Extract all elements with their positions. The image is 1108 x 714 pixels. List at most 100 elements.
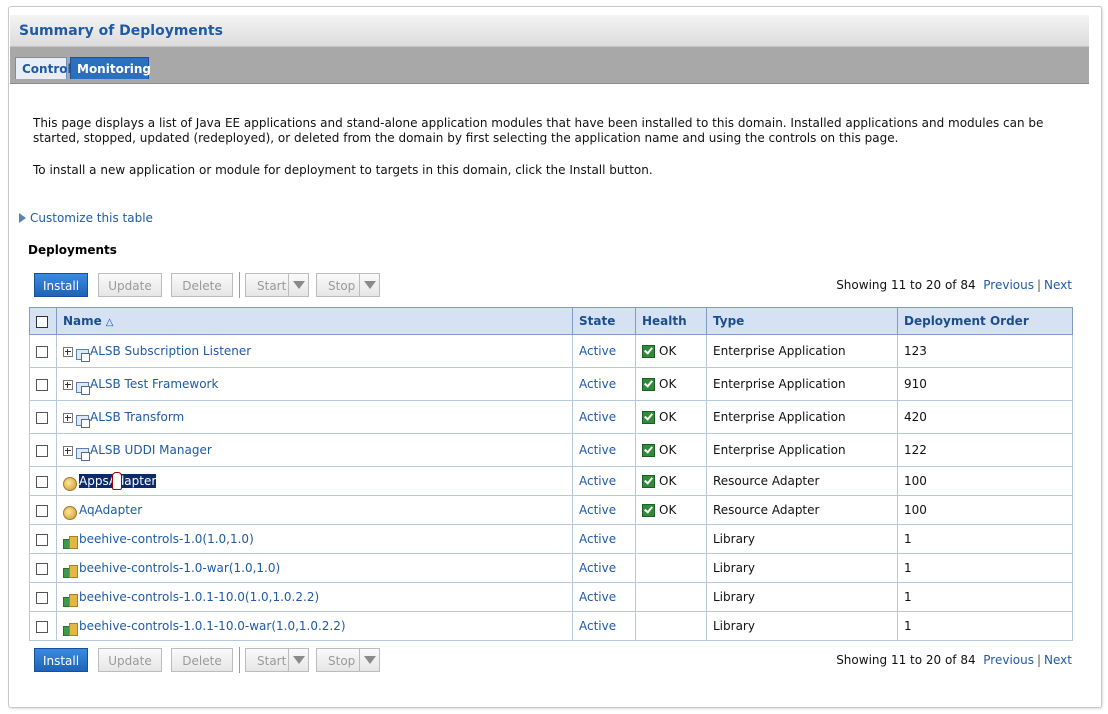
pager-status: Showing 11 to 20 of 84	[836, 278, 976, 292]
chevron-down-icon[interactable]	[288, 274, 308, 296]
expand-plus-icon[interactable]	[63, 445, 73, 456]
table-row: ALSB Test Framework Active OK Enterprise…	[29, 367, 1073, 401]
expand-plus-icon[interactable]	[63, 379, 73, 390]
state-link[interactable]: Active	[579, 410, 616, 424]
type-cell: Enterprise Application	[706, 433, 898, 467]
enterprise-app-icon	[76, 348, 90, 362]
health-cell	[635, 611, 707, 641]
stop-button[interactable]: Stop	[316, 648, 380, 672]
state-cell: Active	[572, 524, 636, 554]
deployment-name-link[interactable]: ALSB Subscription Listener	[90, 344, 251, 358]
pager: Showing 11 to 20 of 84 Previous | Next	[836, 653, 1072, 667]
type-cell: Library	[706, 524, 898, 554]
column-header-type[interactable]: Type	[706, 307, 898, 335]
start-button[interactable]: Start	[245, 648, 309, 672]
deployment-name-link[interactable]: AqAdapter	[79, 503, 142, 517]
enterprise-app-icon	[76, 447, 90, 461]
deployment-name-link[interactable]: ALSB UDDI Manager	[90, 443, 212, 457]
order-cell: 1	[897, 553, 1073, 583]
previous-page-link[interactable]: Previous	[983, 653, 1034, 667]
install-button[interactable]: Install	[34, 648, 88, 672]
stop-button[interactable]: Stop	[316, 273, 380, 297]
deployment-name-link[interactable]: beehive-controls-1.0.1-10.0(1.0,1.0.2.2)	[79, 590, 319, 604]
state-link[interactable]: Active	[579, 474, 616, 488]
select-all-header	[29, 307, 57, 335]
row-checkbox[interactable]	[36, 591, 48, 604]
stop-button-label: Stop	[328, 279, 356, 293]
row-checkbox[interactable]	[36, 475, 48, 488]
customize-table-link[interactable]: Customize this table	[19, 211, 153, 225]
column-header-name[interactable]: Name △	[56, 307, 573, 335]
deployment-name-link[interactable]: beehive-controls-1.0-war(1.0,1.0)	[79, 561, 280, 575]
deployment-name-link[interactable]: beehive-controls-1.0.1-10.0-war(1.0,1.0.…	[79, 619, 346, 633]
order-cell: 1	[897, 582, 1073, 612]
column-header-state[interactable]: State	[572, 307, 636, 335]
ok-check-icon	[642, 411, 655, 424]
pager: Showing 11 to 20 of 84 Previous | Next	[836, 278, 1072, 292]
state-link[interactable]: Active	[579, 561, 616, 575]
state-link[interactable]: Active	[579, 443, 616, 457]
order-cell: 420	[897, 400, 1073, 434]
delete-button[interactable]: Delete	[171, 648, 233, 672]
health-cell	[635, 524, 707, 554]
tab-monitoring[interactable]: Monitoring	[70, 57, 151, 79]
ok-check-icon	[642, 378, 655, 391]
order-cell: 1	[897, 524, 1073, 554]
deployment-name-link[interactable]: beehive-controls-1.0(1.0,1.0)	[79, 532, 254, 546]
page-title-bar: Summary of Deployments	[10, 15, 1089, 47]
sort-ascending-icon: △	[105, 317, 114, 328]
state-cell: Active	[572, 553, 636, 583]
expand-plus-icon[interactable]	[63, 346, 73, 357]
order-cell: 123	[897, 334, 1073, 368]
update-button[interactable]: Update	[98, 273, 162, 297]
column-header-deployment-order[interactable]: Deployment Order	[897, 307, 1073, 335]
row-checkbox[interactable]	[36, 444, 48, 457]
chevron-down-icon[interactable]	[359, 649, 379, 671]
row-checkbox[interactable]	[36, 504, 48, 517]
column-header-health[interactable]: Health	[635, 307, 707, 335]
row-select-cell	[29, 524, 57, 554]
deployment-name-link[interactable]: ALSB Test Framework	[90, 377, 218, 391]
type-cell: Enterprise Application	[706, 334, 898, 368]
name-cell: ALSB Subscription Listener	[56, 334, 573, 368]
row-checkbox[interactable]	[36, 345, 48, 358]
row-checkbox[interactable]	[36, 378, 48, 391]
start-button[interactable]: Start	[245, 273, 309, 297]
state-link[interactable]: Active	[579, 619, 616, 633]
install-button[interactable]: Install	[34, 273, 88, 297]
state-link[interactable]: Active	[579, 503, 616, 517]
select-all-checkbox[interactable]	[36, 315, 48, 328]
library-icon	[63, 593, 78, 607]
expand-plus-icon[interactable]	[63, 412, 73, 423]
type-cell: Library	[706, 553, 898, 583]
previous-page-link[interactable]: Previous	[983, 278, 1034, 292]
tab-control[interactable]: Control	[15, 57, 72, 79]
update-button[interactable]: Update	[98, 648, 162, 672]
delete-button[interactable]: Delete	[171, 273, 233, 297]
table-toolbar-bottom: Install Update Delete Start Stop Showing…	[30, 645, 1074, 677]
chevron-down-icon[interactable]	[288, 649, 308, 671]
next-page-link[interactable]: Next	[1044, 653, 1072, 667]
description-paragraph: To install a new application or module f…	[33, 163, 653, 177]
toolbar-divider	[239, 272, 240, 298]
health-cell: OK	[635, 367, 707, 401]
page-title: Summary of Deployments	[19, 23, 223, 39]
name-cell: beehive-controls-1.0-war(1.0,1.0)	[56, 553, 573, 583]
deployment-name-link[interactable]: ALSB Transform	[90, 410, 184, 424]
row-checkbox[interactable]	[36, 620, 48, 633]
state-link[interactable]: Active	[579, 590, 616, 604]
state-link[interactable]: Active	[579, 377, 616, 391]
state-cell: Active	[572, 466, 636, 496]
row-checkbox[interactable]	[36, 411, 48, 424]
chevron-down-icon[interactable]	[359, 274, 379, 296]
row-select-cell	[29, 433, 57, 467]
state-link[interactable]: Active	[579, 344, 616, 358]
row-checkbox[interactable]	[36, 533, 48, 546]
row-select-cell	[29, 334, 57, 368]
health-cell: OK	[635, 495, 707, 525]
enterprise-app-icon	[76, 381, 90, 395]
state-link[interactable]: Active	[579, 532, 616, 546]
row-checkbox[interactable]	[36, 562, 48, 575]
row-select-cell	[29, 367, 57, 401]
next-page-link[interactable]: Next	[1044, 278, 1072, 292]
